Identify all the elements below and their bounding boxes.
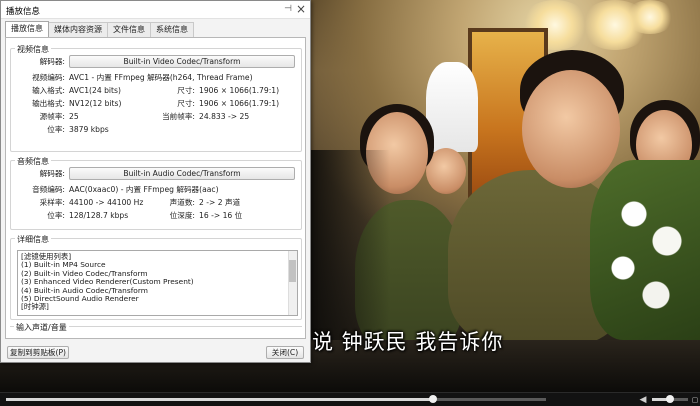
flower-bouquet bbox=[590, 160, 700, 340]
tab-media-resources[interactable]: 媒体内容资源 bbox=[48, 22, 108, 37]
output-format-value: NV12(12 bits) bbox=[69, 99, 122, 108]
video-output-row: 输出格式: NV12(12 bits) 尺寸: 1906 × 1066(1.79… bbox=[11, 98, 301, 109]
shadow-area bbox=[300, 150, 390, 350]
dialog-titlebar[interactable]: 播放信息 ⊣ × bbox=[1, 1, 310, 19]
tab-file-info[interactable]: 文件信息 bbox=[107, 22, 151, 37]
tab-system-info[interactable]: 系统信息 bbox=[150, 22, 194, 37]
volume-slider[interactable] bbox=[652, 395, 688, 403]
output-size-label: 尺寸: bbox=[177, 99, 195, 108]
current-fps-value: 24.833 -> 25 bbox=[199, 112, 250, 121]
video-info-group: 视频信息 解码器: Built-in Video Codec/Transform… bbox=[10, 44, 302, 152]
video-decoder-row: 解码器: Built-in Video Codec/Transform bbox=[11, 55, 301, 69]
seek-bar-progress bbox=[6, 398, 433, 401]
tab-playback-info[interactable]: 播放信息 bbox=[5, 21, 49, 37]
audio-codec-value: AAC(0xaac0) - 内置 FFmpeg 解码器(aac) bbox=[69, 185, 219, 194]
audio-bitrate-row: 位率: 128/128.7 kbps 位深度: 16 -> 16 位 bbox=[11, 210, 301, 221]
input-channel-group: 输入声道/音量 bbox=[10, 322, 302, 344]
input-size-label: 尺寸: bbox=[177, 86, 195, 95]
source-fps-label: 源帧率: bbox=[39, 112, 65, 121]
details-title: 详细信息 bbox=[15, 234, 51, 245]
input-channel-title: 输入声道/音量 bbox=[14, 322, 69, 333]
audio-decoder-button[interactable]: Built-in Audio Codec/Transform bbox=[69, 167, 295, 180]
close-icon[interactable]: × bbox=[296, 2, 306, 16]
video-decoder-button[interactable]: Built-in Video Codec/Transform bbox=[69, 55, 295, 68]
output-format-label: 输出格式: bbox=[32, 99, 65, 108]
video-codec-value: AVC1 - 内置 FFmpeg 解码器(h264, Thread Frame) bbox=[69, 73, 253, 82]
current-fps-label: 当前帧率: bbox=[162, 112, 195, 121]
list-item: [时钟源] bbox=[21, 302, 49, 312]
speaker-icon[interactable]: ◀ bbox=[637, 394, 649, 406]
close-button[interactable]: 关闭(C) bbox=[266, 346, 304, 359]
fullscreen-icon[interactable]: ▢ bbox=[689, 394, 700, 406]
video-decoder-label: 解码器: bbox=[39, 57, 65, 66]
playback-info-dialog: 播放信息 ⊣ × 播放信息 媒体内容资源 文件信息 系统信息 视频信息 解码器:… bbox=[0, 0, 311, 363]
audio-codec-label: 音频编码: bbox=[32, 185, 65, 194]
bit-depth-label: 位深度: bbox=[169, 211, 195, 220]
list-item: (5) DirectSound Audio Renderer bbox=[21, 294, 139, 304]
output-size-value: 1906 × 1066(1.79:1) bbox=[199, 99, 280, 108]
chandelier-light bbox=[625, 0, 675, 34]
sample-rate-value: 44100 -> 44100 Hz bbox=[69, 198, 144, 207]
video-info-title: 视频信息 bbox=[15, 44, 51, 55]
audio-codec-row: 音频编码: AAC(0xaac0) - 内置 FFmpeg 解码器(aac) bbox=[11, 184, 301, 195]
video-bitrate-label: 位率: bbox=[47, 125, 65, 134]
audio-bitrate-label: 位率: bbox=[47, 211, 65, 220]
bit-depth-value: 16 -> 16 位 bbox=[199, 211, 243, 220]
video-codec-label: 视频编码: bbox=[32, 73, 65, 82]
tab-panel: 视频信息 解码器: Built-in Video Codec/Transform… bbox=[5, 37, 306, 339]
video-subtitle: 说 钟跃民 我告诉你 bbox=[312, 330, 504, 354]
audio-decoder-row: 解码器: Built-in Audio Codec/Transform bbox=[11, 167, 301, 181]
video-fps-row: 源帧率: 25 当前帧率: 24.833 -> 25 bbox=[11, 111, 301, 122]
audio-bitrate-value: 128/128.7 kbps bbox=[69, 211, 129, 220]
list-scrollbar[interactable] bbox=[288, 251, 297, 315]
channels-label: 声道数: bbox=[169, 198, 195, 207]
video-bitrate-row: 位率: 3879 kbps bbox=[11, 124, 301, 135]
pin-icon[interactable]: ⊣ bbox=[284, 4, 292, 14]
audio-info-group: 音频信息 解码器: Built-in Audio Codec/Transform… bbox=[10, 156, 302, 230]
player-control-bar: ◀ ▢ bbox=[0, 392, 700, 406]
video-input-row: 输入格式: AVC1(24 bits) 尺寸: 1906 × 1066(1.79… bbox=[11, 85, 301, 96]
audio-decoder-label: 解码器: bbox=[39, 169, 65, 178]
audio-info-title: 音频信息 bbox=[15, 156, 51, 167]
seek-bar[interactable] bbox=[6, 395, 546, 403]
seek-bar-handle[interactable] bbox=[428, 395, 437, 403]
input-format-value: AVC1(24 bits) bbox=[69, 86, 121, 95]
video-bitrate-value: 3879 kbps bbox=[69, 125, 109, 134]
copy-to-clipboard-button[interactable]: 复制到剪贴板(P) bbox=[7, 346, 69, 359]
man-face bbox=[522, 70, 620, 188]
source-fps-value: 25 bbox=[69, 112, 79, 121]
channels-value: 2 -> 2 声道 bbox=[199, 198, 241, 207]
sample-rate-label: 采样率: bbox=[39, 198, 65, 207]
audio-sample-row: 采样率: 44100 -> 44100 Hz 声道数: 2 -> 2 声道 bbox=[11, 197, 301, 208]
video-codec-row: 视频编码: AVC1 - 内置 FFmpeg 解码器(h264, Thread … bbox=[11, 72, 301, 83]
filter-list-box[interactable]: [滤镜使用列表] (1) Built-in MP4 Source (2) Bui… bbox=[17, 250, 298, 316]
input-format-label: 输入格式: bbox=[32, 86, 65, 95]
details-group: 详细信息 [滤镜使用列表] (1) Built-in MP4 Source (2… bbox=[10, 234, 302, 320]
input-size-value: 1906 × 1066(1.79:1) bbox=[199, 86, 280, 95]
dialog-tabs: 播放信息 媒体内容资源 文件信息 系统信息 bbox=[5, 21, 194, 37]
scrollbar-thumb[interactable] bbox=[289, 260, 296, 282]
volume-handle[interactable] bbox=[666, 395, 674, 403]
dialog-title: 播放信息 bbox=[6, 7, 41, 17]
